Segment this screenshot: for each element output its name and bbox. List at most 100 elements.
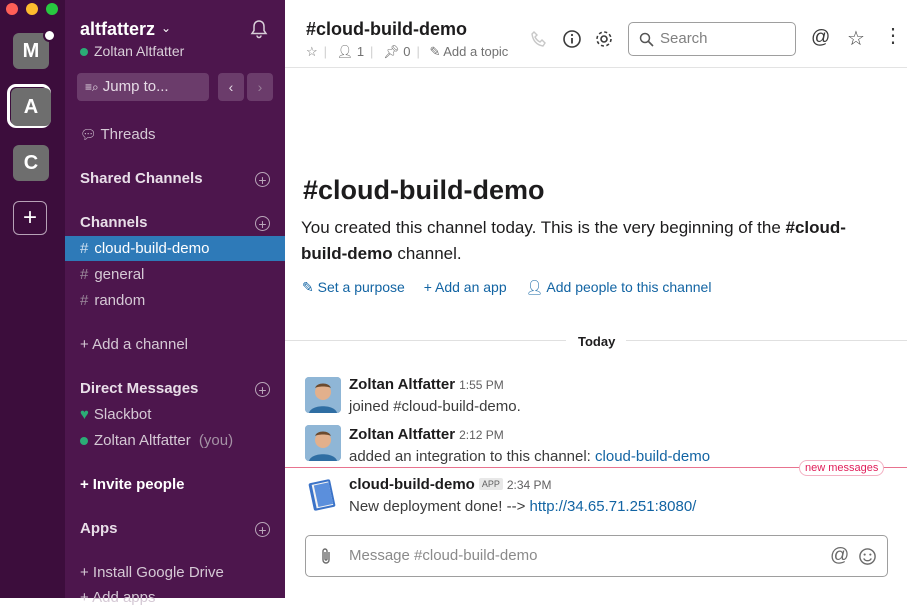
hash-icon: # [80,240,89,257]
author-name[interactable]: Zoltan Altfatter [349,426,455,443]
member-count[interactable]: 1 [357,44,364,59]
minimize-window-button[interactable] [26,3,38,15]
integration-link[interactable]: cloud-build-demo [595,448,710,465]
hash-icon: # [80,292,89,309]
channel-title[interactable]: #cloud-build-demo [306,19,467,40]
mentions-icon[interactable]: @ [811,27,830,49]
presence-icon [80,48,88,57]
invite-people-link[interactable]: + Invite people [80,476,184,493]
apps-header[interactable]: Apps [80,520,118,537]
author-name[interactable]: cloud-build-demo [349,476,475,493]
close-window-button[interactable] [6,3,18,15]
channels-header[interactable]: Channels [80,214,148,231]
invite-label: Invite people [92,476,185,493]
sidebar-item-general[interactable]: # general [80,266,144,283]
chevron-right-icon: › [257,79,263,95]
message-author[interactable]: Zoltan Altfatter 1:55 PM [349,376,504,393]
zoom-window-button[interactable] [46,3,58,15]
message-text: New deployment done! --> http://34.65.71… [349,498,696,515]
mention-icon[interactable]: @ [830,545,849,567]
sidebar: altfatterz ⌄ Zoltan Altfatter ≡⌕ Jump to.… [65,0,285,606]
add-app-link[interactable]: + Add an app [424,279,507,295]
info-icon[interactable] [562,29,582,49]
shared-channels-header[interactable]: Shared Channels [80,170,203,187]
pin-count[interactable]: 0 [403,44,410,59]
star-outline-icon[interactable]: ☆ [847,26,865,51]
back-button[interactable]: ‹ [218,73,244,101]
divider-line [285,340,566,341]
deployment-link[interactable]: http://34.65.71.251:8080/ [530,498,697,515]
intro-title: #cloud-build-demo [303,175,545,205]
bell-icon[interactable] [249,19,269,39]
forward-button[interactable]: › [247,73,273,101]
avatar[interactable] [305,425,341,461]
add-channel-icon[interactable]: + [255,216,270,231]
workspace-name[interactable]: altfatterz [80,19,155,40]
search-input[interactable]: Search [628,22,796,56]
paperclip-icon[interactable] [318,547,334,565]
team-switcher-a[interactable]: A [11,88,51,126]
star-icon[interactable]: ☆ [306,44,318,59]
author-name[interactable]: Zoltan Altfatter [349,376,455,393]
chevron-left-icon: ‹ [228,79,234,95]
emoji-icon[interactable] [858,547,877,566]
message-time[interactable]: 2:12 PM [459,428,504,442]
add-app-icon[interactable]: + [255,522,270,537]
unread-dot [43,29,56,42]
more-vertical-icon[interactable]: ⋮ [883,26,903,46]
message-text: joined #cloud-build-demo. [349,398,521,415]
add-dm-icon[interactable]: + [255,382,270,397]
jump-to-label: Jump to... [102,78,169,95]
message-time[interactable]: 2:34 PM [507,478,552,492]
app-avatar[interactable] [305,476,341,512]
message-body: New deployment done! --> [349,498,530,515]
members-icon[interactable]: 👤︎ [337,44,354,59]
phone-icon[interactable] [529,29,549,49]
sidebar-item-self-dm[interactable]: Zoltan Altfatter (you) [80,432,233,449]
direct-messages-header[interactable]: Direct Messages [80,380,198,397]
message-composer[interactable]: Message #cloud-build-demo @ [305,535,888,577]
intro-text: You created this channel today. This is … [301,215,881,267]
add-app-label: Add an app [435,279,507,295]
channel-meta: ☆ | 👤︎ 1 | 📌︎ 0 | ✎ Add a topic [306,44,509,59]
intro-text-a: You created this channel today. This is … [301,218,786,237]
message-time[interactable]: 1:55 PM [459,378,504,392]
sidebar-item-threads[interactable]: 💬︎ Threads [80,126,156,143]
notebook-icon [308,479,336,511]
jump-to-button[interactable]: ≡⌕ Jump to... [77,73,209,101]
set-purpose-link[interactable]: ✎ Set a purpose [302,279,405,295]
add-people-link[interactable]: 👤︎ Add people to this channel [526,279,712,295]
sidebar-item-slackbot[interactable]: ♥ Slackbot [80,406,151,423]
channel-name: general [94,266,145,283]
sidebar-item-random[interactable]: # random [80,292,145,309]
threads-icon: 💬︎ [80,127,97,142]
install-google-drive-link[interactable]: + Install Google Drive [80,564,224,581]
person-icon: 👤︎ [525,279,544,295]
team-rail: M A C + [0,0,65,598]
add-shared-channel-icon[interactable]: + [255,172,270,187]
jump-icon: ≡⌕ [85,80,99,94]
avatar[interactable] [305,377,341,413]
threads-label: Threads [100,126,156,143]
team-switcher-c[interactable]: C [13,145,49,181]
gear-icon[interactable] [594,29,614,49]
message-input[interactable]: Message #cloud-build-demo [349,547,537,564]
chevron-down-icon[interactable]: ⌄ [161,21,171,35]
add-people-label: Add people to this channel [546,279,712,295]
channel-name: random [94,292,146,309]
channel-header: #cloud-build-demo ☆ | 👤︎ 1 | 📌︎ 0 | ✎ Add a… [285,0,907,68]
presence-icon [80,437,88,446]
add-topic-link[interactable]: Add a topic [443,44,508,59]
message-author[interactable]: Zoltan Altfatter 2:12 PM [349,426,504,443]
sidebar-item-channel-label[interactable]: # cloud-build-demo [80,240,209,257]
add-channel-link[interactable]: + Add a channel [80,336,188,353]
new-messages-badge[interactable]: new messages [799,460,885,476]
message-body: added an integration to this channel: [349,448,596,465]
pin-icon[interactable]: 📌︎ [383,44,400,59]
intro-actions: ✎ Set a purpose + Add an app 👤︎ Add peop… [302,279,726,296]
add-workspace-button[interactable]: + [13,201,47,235]
search-placeholder: Search [660,30,708,47]
current-user-name: Zoltan Altfatter [94,43,185,59]
channel-name: cloud-build-demo [94,240,210,257]
message-author[interactable]: cloud-build-demo APP 2:34 PM [349,476,552,493]
